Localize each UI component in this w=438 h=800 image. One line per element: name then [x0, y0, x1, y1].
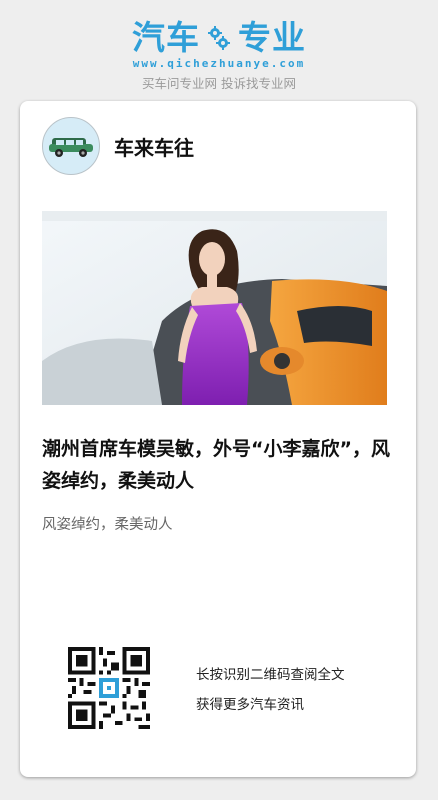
logo-text-right: 专业	[238, 18, 306, 57]
gear-icon	[208, 26, 230, 50]
site-domain: www.qichezhuanye.com	[132, 57, 306, 70]
site-header: 汽车 专业 www.qichezhuanye.com 买车问专业网 投诉找专业网	[0, 0, 438, 100]
car-icon	[49, 138, 93, 157]
logo-text-left: 汽车	[132, 18, 200, 57]
account-info[interactable]: 车来车往	[42, 117, 194, 175]
cover-image[interactable]	[42, 211, 387, 405]
article-summary: 风姿绰约，柔美动人	[42, 517, 173, 533]
qr-code-icon[interactable]	[68, 647, 150, 729]
site-logo[interactable]: 汽车 专业	[0, 18, 438, 58]
qr-hint-line-1: 长按识别二维码查阅全文	[196, 667, 345, 683]
article-title[interactable]: 潮州首席车模吴敏，外号“小李嘉欣”，风姿绰约，柔美动人	[42, 433, 394, 497]
share-card: 车来车往 潮州首席车模吴敏，外号“小李嘉欣”，风姿绰约，柔美动人 风姿绰约，柔美…	[20, 101, 416, 777]
avatar	[42, 117, 100, 175]
account-name: 车来车往	[114, 135, 194, 160]
site-slogan: 买车问专业网 投诉找专业网	[142, 76, 296, 91]
qr-hint-line-2: 获得更多汽车资讯	[196, 697, 304, 713]
